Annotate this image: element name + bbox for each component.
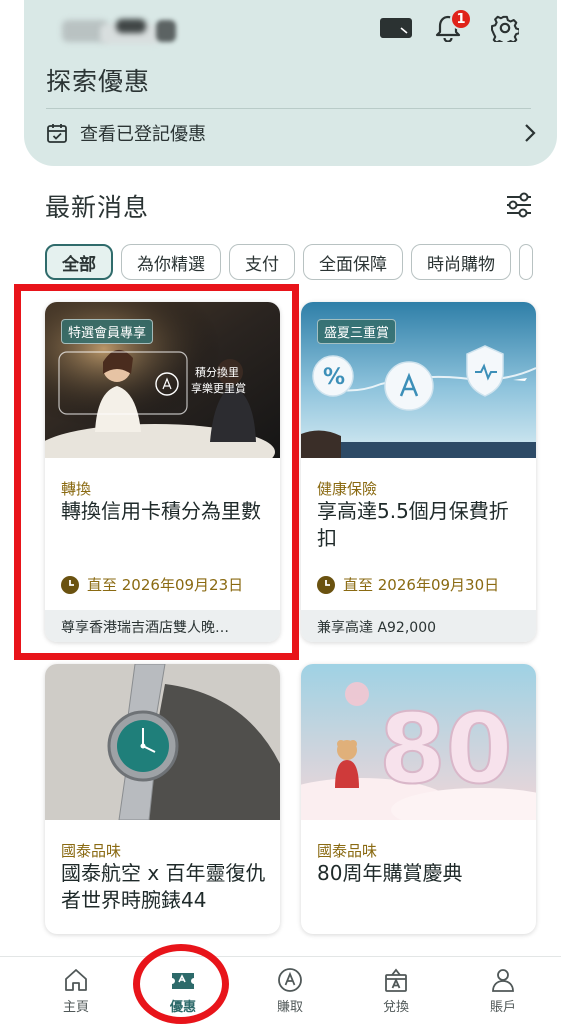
offer-category: 健康保險 — [317, 480, 378, 498]
earn-asia-miles-icon — [278, 968, 302, 992]
image-caption-line1: 積分換里 — [195, 365, 239, 379]
offer-title: 80周年購賞慶典 — [317, 861, 463, 885]
offer-card-breitling-watch[interactable]: 國泰品味 國泰航空 x 百年靈復仇者世界時腕錶44 — [45, 664, 280, 934]
filter-sliders-icon[interactable] — [504, 190, 536, 222]
settings-gear-icon[interactable] — [489, 12, 521, 44]
notification-count-badge: 1 — [450, 8, 472, 30]
nav-label: 優惠 — [169, 1000, 196, 1015]
registered-offers-label: 查看已登記優惠 — [80, 124, 206, 145]
registered-offers-link[interactable]: 查看已登記優惠 — [46, 118, 537, 148]
redeem-gift-icon — [385, 968, 407, 992]
offers-ticket-icon — [172, 973, 194, 989]
nav-label: 兌換 — [382, 1000, 409, 1015]
latest-news-title: 最新消息 — [45, 193, 150, 222]
nav-label: 賺取 — [276, 1000, 303, 1015]
offer-tag: 盛夏三重賞 — [317, 319, 397, 344]
filter-chip-protection[interactable]: 全面保障 — [303, 244, 403, 280]
blurred-user-name — [58, 14, 182, 50]
nav-home[interactable]: 主頁 — [41, 967, 111, 1015]
calendar-check-icon — [47, 124, 67, 143]
filter-chip-for-you[interactable]: 為你精選 — [121, 244, 221, 280]
clock-icon — [61, 575, 79, 594]
nav-earn[interactable]: 賺取 — [255, 967, 325, 1015]
home-icon — [65, 969, 87, 991]
image-caption-line2: 享樂更里賞 — [191, 381, 246, 395]
svg-text:80: 80 — [379, 693, 513, 805]
offer-card-convert-points[interactable]: 積分換里 享樂更里賞 特選會員專享 轉換 轉換信用卡積分為里數 直至 2026年… — [45, 302, 280, 642]
membership-card-icon[interactable] — [380, 12, 412, 44]
nav-redeem[interactable]: 兌換 — [361, 967, 431, 1015]
clock-icon — [317, 575, 335, 594]
filter-chip-more[interactable] — [519, 244, 533, 280]
offer-image-watch — [45, 664, 280, 820]
offer-expiry: 直至 2026年09月23日 — [61, 574, 243, 595]
offer-category: 國泰品味 — [61, 842, 122, 860]
offer-expiry: 直至 2026年09月30日 — [317, 574, 499, 595]
nav-label: 賬戶 — [489, 1000, 516, 1015]
nav-offers[interactable]: 優惠 — [148, 967, 218, 1015]
offer-card-health-insurance[interactable]: % 盛夏三重賞 健康保險 享高達5.5個月保費折扣 直至 2026年09月30日… — [301, 302, 536, 642]
offer-title: 享高達5.5個月保費折扣 — [317, 499, 509, 550]
offer-footer-note: 兼享高達 A92,000 — [301, 610, 536, 642]
offer-expiry-date: 直至 2026年09月30日 — [343, 576, 500, 594]
offer-image-cloud-icons: % 盛夏三重賞 — [301, 302, 536, 458]
offer-category: 國泰品味 — [317, 842, 378, 860]
category-filter-chips: 全部 為你精選 支付 全面保障 時尚購物 — [45, 244, 561, 282]
svg-text:%: % — [323, 365, 345, 390]
header-divider — [46, 108, 531, 109]
offer-expiry-date: 直至 2026年09月23日 — [87, 576, 244, 594]
offers-header-card: 1 探索優惠 查看已登記優惠 — [24, 0, 557, 166]
bottom-navigation: 主頁 優惠 賺取 兌換 賬戶 — [0, 956, 561, 1024]
filter-chip-all[interactable]: 全部 — [45, 244, 113, 280]
offer-card-80th-anniversary[interactable]: 80 國泰品味 80周年購賞慶典 — [301, 664, 536, 934]
page-title: 探索優惠 — [46, 67, 151, 96]
offer-tag: 特選會員專享 — [61, 319, 154, 344]
account-person-icon — [492, 969, 514, 992]
offer-footer-note: 尊享香港瑞吉酒店雙人晚… — [45, 610, 280, 642]
chevron-right-icon — [525, 124, 536, 142]
filter-chip-fashion[interactable]: 時尚購物 — [411, 244, 511, 280]
offer-category: 轉換 — [61, 480, 92, 498]
filter-chip-payment[interactable]: 支付 — [229, 244, 295, 280]
offer-image-80-balloon: 80 — [301, 664, 536, 820]
offer-image-hotel-dinner: 積分換里 享樂更里賞 特選會員專享 — [45, 302, 280, 458]
nav-label: 主頁 — [62, 1000, 89, 1015]
nav-account[interactable]: 賬戶 — [468, 967, 538, 1015]
offer-title: 轉換信用卡積分為里數 — [61, 499, 261, 523]
offer-title: 國泰航空 x 百年靈復仇者世界時腕錶44 — [61, 861, 266, 912]
